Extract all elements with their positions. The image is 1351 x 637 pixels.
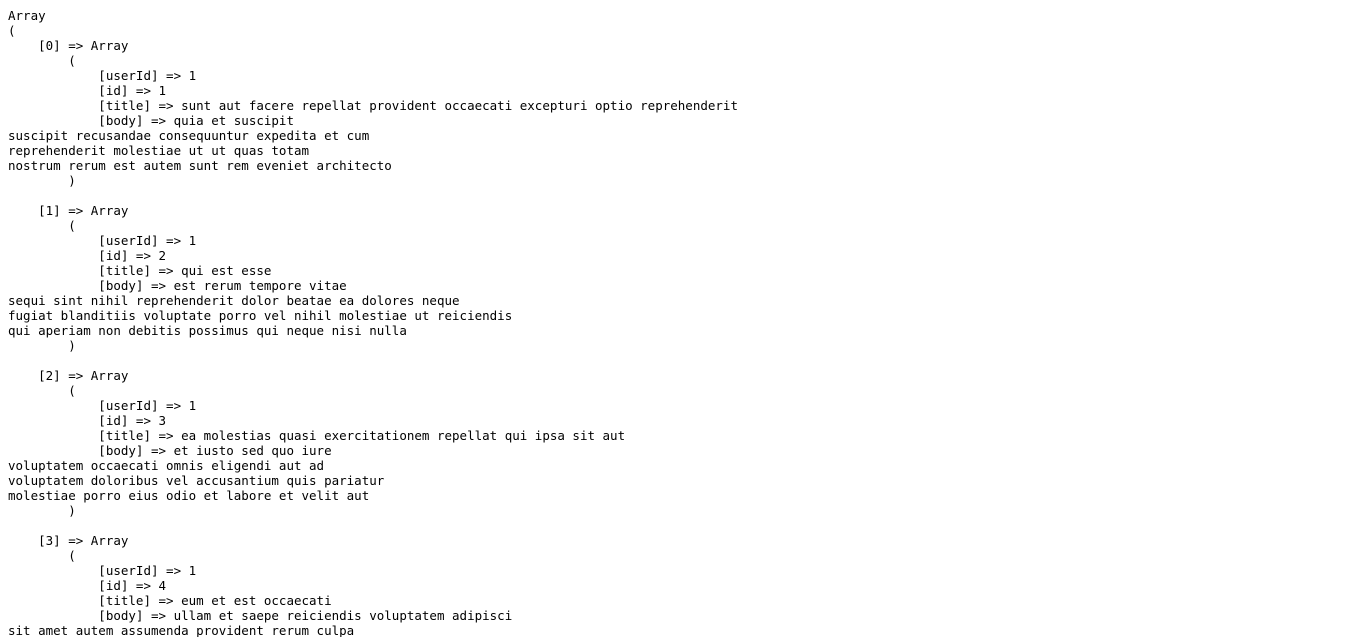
output-line: qui aperiam non debitis possimus qui neq… [8,323,407,338]
output-line: [title] => sunt aut facere repellat prov… [8,98,738,113]
output-line: ) [8,173,76,188]
output-line: [body] => et iusto sed quo iure [8,443,332,458]
output-line: [3] => Array [8,533,129,548]
output-line: ) [8,338,76,353]
array-dump-output: Array( [0] => Array ( [userId] => 1 [id]… [0,0,1351,637]
output-line: [userId] => 1 [8,563,197,578]
output-line: voluptatem doloribus vel accusantium qui… [8,473,385,488]
output-line: ( [8,548,76,563]
output-line: nostrum rerum est autem sunt rem eveniet… [8,158,392,173]
output-line: [id] => 3 [8,413,167,428]
output-line: ( [8,23,16,38]
output-line: ( [8,53,76,68]
output-line: [1] => Array [8,203,129,218]
output-line: sequi sint nihil reprehenderit dolor bea… [8,293,460,308]
output-line: sit amet autem assumenda provident rerum… [8,623,355,637]
output-line: molestiae porro eius odio et labore et v… [8,488,370,503]
output-line: [body] => est rerum tempore vitae [8,278,347,293]
output-line: [id] => 2 [8,248,167,263]
output-line: reprehenderit molestiae ut ut quas totam [8,143,310,158]
output-line: [0] => Array [8,38,129,53]
output-line: [userId] => 1 [8,398,197,413]
output-line: [body] => ullam et saepe reiciendis volu… [8,608,513,623]
output-line: [title] => ea molestias quasi exercitati… [8,428,626,443]
output-line: ( [8,218,76,233]
output-line: suscipit recusandae consequuntur expedit… [8,128,370,143]
output-line: [userId] => 1 [8,233,197,248]
output-line: ( [8,383,76,398]
output-line: [id] => 4 [8,578,167,593]
output-line: [body] => quia et suscipit [8,113,294,128]
output-line: [2] => Array [8,368,129,383]
output-line: [title] => eum et est occaecati [8,593,332,608]
output-line: fugiat blanditiis voluptate porro vel ni… [8,308,513,323]
output-line: [title] => qui est esse [8,263,272,278]
output-line: ) [8,503,76,518]
output-line: [userId] => 1 [8,68,197,83]
output-line: Array [8,8,46,23]
output-line: [id] => 1 [8,83,167,98]
output-line: voluptatem occaecati omnis eligendi aut … [8,458,325,473]
